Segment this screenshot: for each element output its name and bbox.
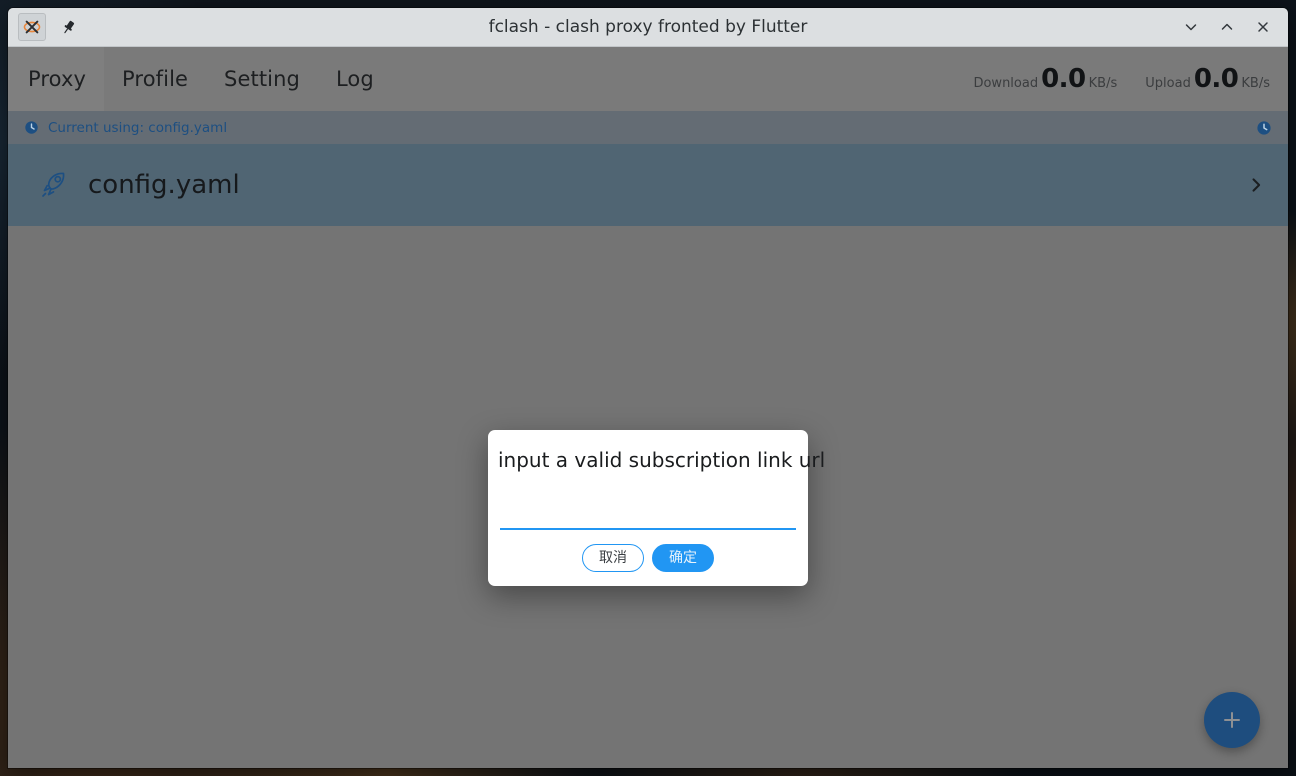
status-right-group[interactable] bbox=[1256, 120, 1272, 136]
subscription-link-dialog: input a valid subscription link url 取消 确… bbox=[488, 430, 826, 587]
speed-indicators: Download 0.0 KB/s Upload 0.0 KB/s bbox=[973, 47, 1288, 111]
chevron-up-icon bbox=[1221, 23, 1233, 30]
tab-proxy[interactable]: Proxy bbox=[8, 47, 105, 111]
tab-proxy-label: Proxy bbox=[28, 67, 87, 91]
tab-profile-label: Profile bbox=[122, 67, 189, 91]
profile-card-right[interactable] bbox=[1246, 175, 1266, 195]
download-speed: Download 0.0 KB/s bbox=[973, 64, 1117, 94]
current-profile-status-bar: Current using: config.yaml bbox=[8, 111, 1288, 144]
title-bar-left-icons bbox=[8, 13, 81, 41]
close-button[interactable] bbox=[1248, 13, 1278, 41]
clock-icon bbox=[1257, 120, 1271, 135]
profile-name: config.yaml bbox=[88, 170, 240, 200]
download-speed-label: Download bbox=[973, 76, 1039, 91]
close-icon bbox=[1258, 22, 1268, 32]
upload-speed: Upload 0.0 KB/s bbox=[1145, 64, 1270, 94]
rocket-icon bbox=[42, 172, 65, 197]
dialog-title: input a valid subscription link url bbox=[498, 448, 826, 472]
tab-list: Proxy Profile Setting Log bbox=[8, 47, 392, 111]
tab-log[interactable]: Log bbox=[318, 47, 392, 111]
upload-speed-label: Upload bbox=[1145, 76, 1191, 91]
profile-card-left: config.yaml bbox=[38, 169, 240, 201]
pin-icon-glyph bbox=[63, 20, 74, 33]
chevron-down-icon bbox=[1185, 24, 1197, 31]
title-bar: fclash - clash proxy fronted by Flutter bbox=[8, 8, 1288, 47]
upload-speed-value: 0.0 bbox=[1193, 64, 1239, 94]
status-left-group: Current using: config.yaml bbox=[24, 120, 227, 136]
subscription-link-input[interactable] bbox=[500, 500, 796, 530]
chevron-right-icon bbox=[1252, 178, 1261, 192]
fclash-app-icon[interactable] bbox=[18, 13, 46, 41]
download-speed-unit: KB/s bbox=[1088, 76, 1118, 91]
tab-log-label: Log bbox=[335, 67, 374, 91]
content-area: input a valid subscription link url 取消 确… bbox=[8, 226, 1288, 768]
confirm-button[interactable]: 确定 bbox=[652, 544, 714, 573]
application-window: fclash - clash proxy fronted by Flutter bbox=[8, 8, 1288, 768]
maximize-button[interactable] bbox=[1212, 13, 1242, 41]
window-controls bbox=[1176, 13, 1288, 41]
window-title: fclash - clash proxy fronted by Flutter bbox=[488, 17, 808, 37]
pin-icon[interactable] bbox=[55, 14, 81, 40]
clock-icon bbox=[25, 121, 38, 134]
desktop-background: fclash - clash proxy fronted by Flutter bbox=[0, 0, 1296, 776]
tab-setting[interactable]: Setting bbox=[206, 47, 318, 111]
download-speed-value: 0.0 bbox=[1041, 64, 1086, 94]
plus-icon bbox=[1224, 712, 1240, 728]
cancel-button[interactable]: 取消 bbox=[582, 544, 644, 573]
dialog-actions: 取消 确定 bbox=[498, 544, 798, 573]
upload-speed-unit: KB/s bbox=[1241, 76, 1270, 91]
tab-profile[interactable]: Profile bbox=[104, 47, 206, 111]
add-profile-fab[interactable] bbox=[1204, 692, 1260, 748]
minimize-button[interactable] bbox=[1176, 13, 1206, 41]
dialog-input-wrapper bbox=[498, 500, 798, 530]
profile-card-config-yaml[interactable]: config.yaml bbox=[8, 144, 1288, 226]
navigation-bar: Proxy Profile Setting Log Download 0.0 K… bbox=[8, 47, 1288, 111]
status-text: Current using: config.yaml bbox=[48, 119, 228, 136]
tab-setting-label: Setting bbox=[224, 67, 300, 91]
fclash-app-icon-glyph bbox=[23, 20, 41, 34]
